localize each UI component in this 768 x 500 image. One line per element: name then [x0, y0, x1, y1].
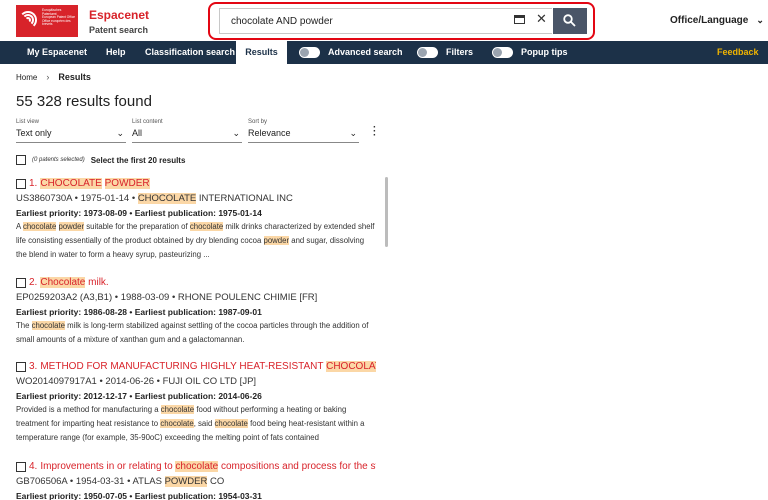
- result-checkbox[interactable]: [16, 178, 26, 189]
- brand-subtitle: Patent search: [89, 25, 149, 35]
- result-item: 3. METHOD FOR MANUFACTURING HIGHLY HEAT-R…: [16, 361, 376, 445]
- result-checkbox[interactable]: [16, 361, 26, 372]
- result-meta: WO2014097917A1 • 2014-06-26 • FUJI OIL C…: [16, 376, 257, 387]
- list-content-label: List content: [132, 119, 163, 125]
- result-meta: GB706506A • 1954-03-31 • ATLAS POWDER CO: [16, 476, 225, 487]
- result-abstract: The chocolate milk is long-term stabiliz…: [16, 321, 369, 344]
- filters-toggle[interactable]: [417, 47, 438, 58]
- sort-by-value: Relevance: [248, 128, 291, 138]
- keyboard-icon[interactable]: [514, 15, 525, 24]
- list-view-label: List view: [16, 119, 40, 125]
- popup-tips-label[interactable]: Popup tips: [521, 41, 568, 64]
- result-title[interactable]: 4. Improvements in or relating to chocola…: [16, 461, 376, 472]
- search-icon: [563, 14, 576, 27]
- result-item: 4. Improvements in or relating to chocola…: [16, 461, 376, 500]
- sort-by-dropdown[interactable]: Sort by Relevance ⌄: [248, 119, 359, 143]
- nav-help[interactable]: Help: [106, 41, 126, 64]
- nav-classification-search[interactable]: Classification search: [145, 41, 235, 64]
- result-abstract: A chocolate powder suitable for the prep…: [16, 222, 375, 259]
- result-priority: Earliest priority: 2012-12-17 • Earliest…: [16, 391, 262, 401]
- filters-label[interactable]: Filters: [446, 41, 473, 64]
- select-all-checkbox[interactable]: [16, 155, 26, 165]
- result-title[interactable]: 2. Chocolate milk.: [16, 277, 376, 288]
- results-scrollbar[interactable]: [385, 177, 388, 247]
- result-meta: US3860730A • 1975-01-14 • CHOCOLATE INTE…: [16, 193, 293, 204]
- result-title[interactable]: 1. CHOCOLATE POWDER: [16, 178, 376, 189]
- list-content-value: All: [132, 128, 143, 138]
- search-bar: ✕: [208, 2, 595, 40]
- chevron-right-icon: ›: [46, 72, 50, 82]
- results-count: 55 328 results found: [16, 93, 152, 110]
- main-nav: My Espacenet Help Classification search …: [0, 41, 768, 64]
- epo-logo[interactable]: Europäisches Patentamt European Patent O…: [16, 5, 78, 37]
- result-item: 1. CHOCOLATE POWDER US3860730A • 1975-01-…: [16, 178, 376, 262]
- result-abstract: Provided is a method for manufacturing a…: [16, 405, 365, 442]
- logo-lettering: Europäisches Patentamt European Patent O…: [42, 8, 76, 27]
- search-button[interactable]: [553, 8, 587, 34]
- clear-icon[interactable]: ✕: [536, 12, 547, 26]
- brand-name: Espacenet: [89, 8, 150, 22]
- office-language-label: Office/Language: [670, 15, 749, 26]
- breadcrumb: Home › Results: [16, 72, 91, 82]
- result-priority: Earliest priority: 1986-08-28 • Earliest…: [16, 307, 262, 317]
- chevron-down-icon: ⌄: [232, 128, 240, 138]
- result-priority: Earliest priority: 1950-07-05 • Earliest…: [16, 491, 262, 500]
- breadcrumb-current: Results: [58, 72, 91, 82]
- feedback-link[interactable]: Feedback: [717, 41, 759, 64]
- selected-count: (0 patents selected): [32, 157, 85, 163]
- epo-logo-icon: [16, 5, 40, 37]
- nav-results[interactable]: Results: [236, 41, 287, 64]
- popup-tips-toggle[interactable]: [492, 47, 513, 58]
- breadcrumb-home[interactable]: Home: [16, 73, 37, 82]
- result-priority: Earliest priority: 1973-08-09 • Earliest…: [16, 208, 262, 218]
- search-input[interactable]: [219, 8, 552, 34]
- select-all-row: (0 patents selected) Select the first 20…: [16, 155, 185, 165]
- nav-my-espacenet[interactable]: My Espacenet: [27, 41, 87, 64]
- chevron-down-icon: ⌄: [116, 128, 124, 138]
- sort-by-label: Sort by: [248, 119, 268, 125]
- brand[interactable]: Espacenet Patent search: [89, 8, 149, 35]
- advanced-search-label[interactable]: Advanced search: [328, 41, 403, 64]
- chevron-down-icon: ⌄: [349, 128, 357, 138]
- result-title[interactable]: 3. METHOD FOR MANUFACTURING HIGHLY HEAT-R…: [16, 361, 376, 372]
- result-checkbox[interactable]: [16, 461, 26, 472]
- list-view-value: Text only: [16, 128, 52, 138]
- advanced-search-toggle[interactable]: [299, 47, 320, 58]
- chevron-down-icon: ⌄: [756, 15, 764, 25]
- result-item: 2. Chocolate milk. EP0259203A2 (A3,B1) • …: [16, 277, 376, 347]
- more-options-icon[interactable]: · · ·: [373, 123, 376, 141]
- result-meta: EP0259203A2 (A3,B1) • 1988-03-09 • RHONE…: [16, 292, 318, 303]
- result-checkbox[interactable]: [16, 277, 26, 288]
- select-first-20-label[interactable]: Select the first 20 results: [91, 156, 186, 165]
- header: Europäisches Patentamt European Patent O…: [0, 0, 768, 41]
- list-content-dropdown[interactable]: List content All ⌄: [132, 119, 242, 143]
- office-language-menu[interactable]: Office/Language ⌄: [670, 15, 764, 26]
- list-view-dropdown[interactable]: List view Text only ⌄: [16, 119, 126, 143]
